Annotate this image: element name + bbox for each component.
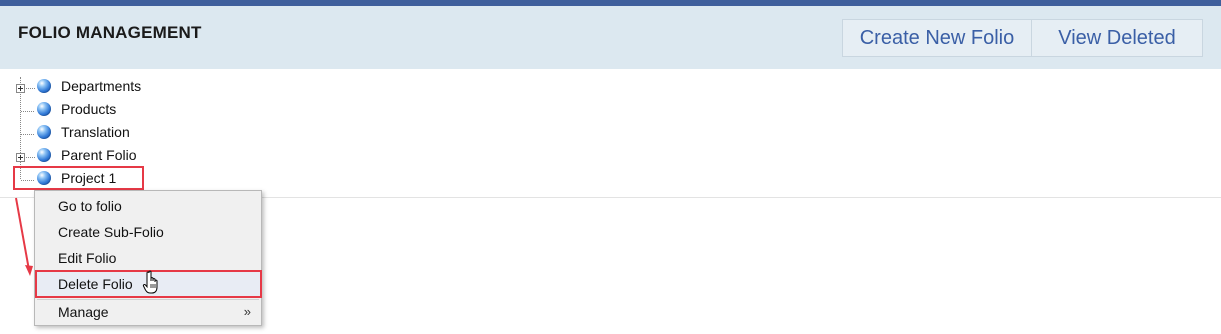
menu-item-go-to-folio[interactable]: Go to folio — [35, 193, 261, 219]
page-header: FOLIO MANAGEMENT Create New Folio View D… — [0, 6, 1221, 69]
menu-item-manage[interactable]: Manage » — [35, 299, 261, 325]
tree-node-label[interactable]: Parent Folio — [61, 147, 136, 163]
context-menu: Go to folio Create Sub-Folio Edit Folio … — [34, 190, 262, 326]
create-new-folio-button[interactable]: Create New Folio — [842, 19, 1032, 57]
tree-node-label[interactable]: Departments — [61, 78, 141, 94]
view-deleted-button[interactable]: View Deleted — [1031, 19, 1203, 57]
folio-tree: Departments Products Translation Parent … — [0, 69, 1221, 198]
annotation-arrow-icon — [15, 197, 33, 276]
hand-pointer-icon — [142, 270, 158, 294]
menu-item-edit-folio[interactable]: Edit Folio — [35, 245, 261, 271]
menu-item-label: Manage — [58, 304, 109, 320]
tree-node-label[interactable]: Translation — [61, 124, 130, 140]
submenu-arrow-icon: » — [243, 304, 251, 319]
menu-item-create-sub-folio[interactable]: Create Sub-Folio — [35, 219, 261, 245]
tree-node-label[interactable]: Products — [61, 101, 116, 117]
